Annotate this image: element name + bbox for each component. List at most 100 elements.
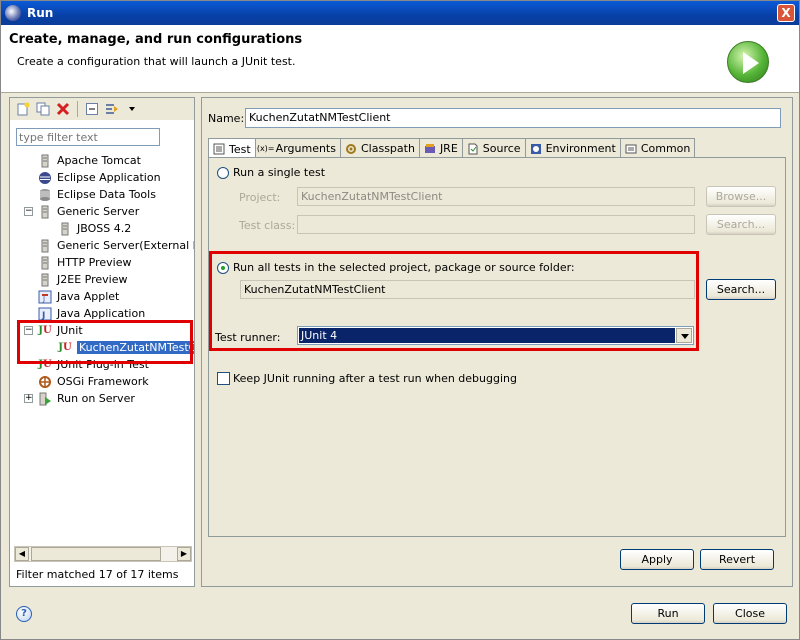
- filter-icon[interactable]: [103, 100, 121, 118]
- test-class-field[interactable]: [297, 215, 695, 234]
- tab-common[interactable]: Common: [619, 138, 696, 158]
- tree-item-label: Apache Tomcat: [57, 154, 141, 167]
- run-dialog: Run X Create, manage, and run configurat…: [0, 0, 800, 640]
- server-icon: [38, 239, 52, 253]
- config-tabs: Test (x)= Arguments Classpath JRE Source…: [208, 138, 786, 159]
- scroll-left-icon[interactable]: ◀: [15, 547, 29, 561]
- tree-item-label: Generic Server(External La: [57, 239, 194, 252]
- close-window-button[interactable]: X: [777, 4, 795, 22]
- window-title: Run: [27, 6, 54, 20]
- search-button[interactable]: Search...: [706, 279, 776, 300]
- duplicate-icon[interactable]: [34, 100, 52, 118]
- run-all-highlight-box: [209, 251, 699, 351]
- tree-item-label: Eclipse Data Tools: [57, 188, 156, 201]
- tab-arguments[interactable]: (x)= Arguments: [254, 138, 341, 158]
- keep-running-label: Keep JUnit running after a test run when…: [233, 372, 517, 385]
- tree-item-osgi-framework[interactable]: OSGi Framework: [38, 373, 149, 390]
- database-icon: [38, 188, 52, 202]
- tab-source[interactable]: Source: [461, 138, 526, 158]
- header-subtitle: Create a configuration that will launch …: [17, 55, 296, 68]
- delete-icon[interactable]: [54, 100, 72, 118]
- arguments-icon: (x)=: [256, 144, 275, 153]
- tree-item-label: Run on Server: [57, 392, 135, 405]
- search-test-class-button[interactable]: Search...: [706, 214, 776, 235]
- classpath-icon: [345, 143, 357, 155]
- tab-environment[interactable]: Environment: [524, 138, 621, 158]
- tree-item-generic-server[interactable]: Generic Server: [38, 203, 139, 220]
- test-tab-icon: [213, 143, 225, 155]
- single-test-radio[interactable]: [217, 167, 229, 179]
- jre-icon: [424, 143, 436, 155]
- scroll-right-icon[interactable]: ▶: [177, 547, 191, 561]
- server-icon: [38, 273, 52, 287]
- tree-item-run-on-server[interactable]: Run on Server: [38, 390, 135, 407]
- project-field[interactable]: KuchenZutatNMTestClient: [297, 187, 695, 206]
- tree-item-java-applet[interactable]: J Java Applet: [38, 288, 119, 305]
- tab-test[interactable]: Test: [208, 138, 256, 159]
- tab-label: Source: [482, 142, 521, 155]
- osgi-icon: [38, 375, 52, 389]
- tomcat-icon: [38, 154, 52, 168]
- filter-status: Filter matched 17 of 17 items: [16, 568, 179, 581]
- server-icon: [38, 205, 52, 219]
- svg-text:J: J: [42, 295, 45, 303]
- tree-item-eclipse-application[interactable]: Eclipse Application: [38, 169, 161, 186]
- run-button[interactable]: Run: [631, 603, 705, 624]
- server-config-icon: [58, 222, 72, 236]
- tree-item-label: HTTP Preview: [57, 256, 132, 269]
- server-icon: [38, 256, 52, 270]
- test-class-label: Test class:: [239, 219, 296, 232]
- tree-item-jboss[interactable]: JBOSS 4.2: [58, 220, 131, 237]
- tree-item-label: JBOSS 4.2: [77, 222, 132, 235]
- svg-text:J: J: [41, 311, 45, 321]
- tree-item-j2ee-preview[interactable]: J2EE Preview: [38, 271, 127, 288]
- collapse-all-icon[interactable]: [83, 100, 101, 118]
- filter-input[interactable]: [16, 128, 160, 146]
- tree-item-label: Java Applet: [57, 290, 120, 303]
- eclipse-icon: [38, 171, 52, 185]
- tree-item-label: Generic Server: [57, 205, 140, 218]
- tree-item-generic-server-external[interactable]: Generic Server(External La: [38, 237, 194, 254]
- tree-item-label: OSGi Framework: [57, 375, 149, 388]
- name-label: Name:: [208, 112, 245, 125]
- revert-button[interactable]: Revert: [700, 549, 774, 570]
- toolbar-separator: [77, 101, 78, 117]
- keep-running-checkbox[interactable]: [217, 372, 230, 385]
- tree-item-label: Java Application: [57, 307, 146, 320]
- tree-item-http-preview[interactable]: HTTP Preview: [38, 254, 131, 271]
- tab-classpath[interactable]: Classpath: [339, 138, 420, 158]
- tab-jre[interactable]: JRE: [418, 138, 463, 158]
- single-test-label: Run a single test: [233, 166, 326, 179]
- source-icon: [467, 143, 479, 155]
- browse-button[interactable]: Browse...: [706, 186, 776, 207]
- scrollbar-thumb[interactable]: [31, 547, 161, 561]
- name-field[interactable]: KuchenZutatNMTestClient: [245, 108, 781, 128]
- run-icon: [727, 41, 769, 83]
- tree-toolbar: [10, 98, 194, 120]
- chevron-down-icon[interactable]: [123, 100, 141, 118]
- tree-horizontal-scrollbar[interactable]: ◀ ▶: [14, 546, 192, 562]
- title-bar[interactable]: Run X: [1, 1, 799, 25]
- tab-label: Environment: [545, 142, 616, 155]
- collapse-icon[interactable]: −: [24, 207, 33, 216]
- environment-icon: [530, 143, 542, 155]
- common-icon: [625, 143, 637, 155]
- apply-button[interactable]: Apply: [620, 549, 694, 570]
- help-icon[interactable]: ?: [16, 606, 32, 622]
- tree-item-apache-tomcat[interactable]: Apache Tomcat: [38, 152, 141, 169]
- eclipse-icon: [5, 5, 21, 21]
- header-title: Create, manage, and run configurations: [9, 32, 303, 47]
- expand-icon[interactable]: +: [24, 394, 33, 403]
- tab-label: Classpath: [360, 142, 415, 155]
- tree-item-eclipse-data-tools[interactable]: Eclipse Data Tools: [38, 186, 156, 203]
- project-label: Project:: [239, 191, 281, 204]
- tree-item-label: Eclipse Application: [57, 171, 161, 184]
- junit-highlight-box: [17, 320, 193, 364]
- new-configuration-icon[interactable]: [14, 100, 32, 118]
- tab-label: Common: [640, 142, 691, 155]
- dialog-header: Create, manage, and run configurations C…: [1, 25, 799, 93]
- close-button[interactable]: Close: [713, 603, 787, 624]
- run-server-icon: [38, 392, 52, 406]
- tab-label: JRE: [439, 142, 458, 155]
- tab-label: Arguments: [275, 142, 336, 155]
